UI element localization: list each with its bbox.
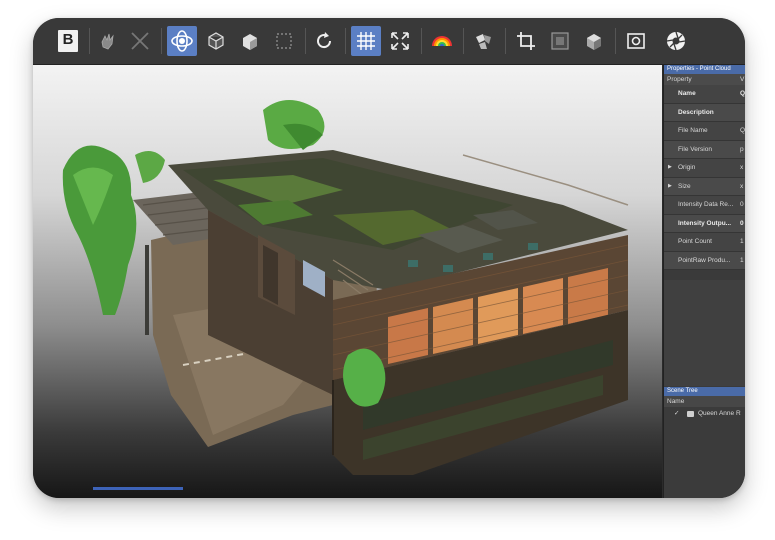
crop-button[interactable] — [511, 26, 541, 56]
expand-arrow-icon[interactable]: ▶ — [668, 178, 672, 196]
shaded-cube-icon — [243, 34, 257, 50]
point-cloud-building — [62, 100, 629, 490]
property-value: 1 — [740, 256, 744, 264]
toolbar-separator — [505, 28, 506, 54]
property-row-file-version[interactable]: File Version p — [664, 140, 745, 159]
property-value: 0 — [740, 219, 744, 227]
property-label: Description — [678, 108, 714, 116]
point-cloud-viewport[interactable] — [33, 65, 662, 498]
toolbar-separator — [421, 28, 422, 54]
aperture-icon — [666, 31, 686, 51]
grid-icon — [357, 32, 375, 50]
shaded-cube-button[interactable] — [235, 26, 265, 56]
grid-button[interactable] — [351, 26, 381, 56]
toolbar-separator — [89, 28, 90, 54]
clip-cube-button[interactable] — [579, 26, 609, 56]
property-row-description[interactable]: Description — [664, 103, 745, 122]
properties-panel: Properties - Point Cloud Property V Name… — [663, 65, 745, 498]
column-value-label: V — [740, 76, 745, 83]
scene-tree-node-label: Queen Anne R — [698, 410, 741, 417]
orbit-icon — [171, 30, 193, 52]
property-row-pointraw-product[interactable]: PointRaw Produ... 1 — [664, 251, 745, 270]
selection-box-icon — [276, 33, 292, 49]
screenshot-button[interactable] — [621, 26, 651, 56]
toolbar-separator — [345, 28, 346, 54]
visibility-checkbox[interactable]: ✓ — [674, 407, 679, 421]
toolbar-separator — [463, 28, 464, 54]
property-row-size[interactable]: ▶ Size x — [664, 177, 745, 196]
rotate-button[interactable] — [309, 26, 339, 56]
cross-button[interactable] — [125, 26, 155, 56]
section-box-button[interactable] — [545, 26, 575, 56]
scene-tree-node[interactable]: ✓ Queen Anne R — [664, 407, 745, 421]
color-ramp-icon — [432, 36, 452, 46]
scene-tree-title: Scene Tree — [664, 387, 745, 396]
property-label: Intensity Outpu... — [678, 219, 732, 227]
toolbar: B — [33, 18, 745, 65]
property-value: Q — [740, 127, 745, 134]
property-label: File Name — [678, 127, 708, 134]
pieces-button[interactable] — [469, 26, 499, 56]
scene-tree-panel: Scene Tree Name ✓ Queen Anne R — [664, 387, 745, 498]
scene-tree-column-header: Name — [664, 396, 745, 407]
property-label: File Version — [678, 145, 712, 153]
expand-arrow-icon[interactable]: ▶ — [668, 159, 672, 177]
crop-icon — [517, 32, 535, 50]
cube-view-button[interactable] — [201, 26, 231, 56]
property-row-name[interactable]: Name Q — [664, 85, 745, 104]
toolbar-separator — [615, 28, 616, 54]
property-row-point-count[interactable]: Point Count 1 — [664, 233, 745, 252]
hand-pan-icon — [101, 33, 114, 50]
properties-column-header: Property V — [664, 74, 745, 85]
screenshot-icon — [627, 33, 645, 49]
color-ramp-button[interactable] — [427, 26, 457, 56]
b-tool-button[interactable]: B — [53, 26, 83, 56]
property-value: 0 — [740, 201, 744, 208]
property-value: x — [740, 182, 744, 190]
property-row-origin[interactable]: ▶ Origin x — [664, 159, 745, 178]
cross-icon — [131, 32, 149, 50]
orbit-button[interactable] — [167, 26, 197, 56]
fit-extents-icon — [391, 32, 409, 50]
property-label: PointRaw Produ... — [678, 256, 731, 264]
property-row-file-name[interactable]: File Name Q — [664, 122, 745, 141]
properties-panel-title: Properties - Point Cloud — [664, 65, 745, 74]
property-label: Name — [678, 90, 696, 97]
column-property-label: Property — [667, 76, 692, 83]
app-window: B Properties - Point Cloud Property V Na… — [33, 18, 745, 498]
clip-cube-icon — [587, 34, 601, 50]
column-name-label: Name — [667, 398, 685, 405]
pieces-icon — [476, 34, 491, 49]
property-value: p — [740, 145, 744, 153]
aperture-button[interactable] — [661, 26, 691, 56]
property-label: Intensity Data Re... — [678, 201, 734, 208]
property-row-intensity-data[interactable]: Intensity Data Re... 0 — [664, 196, 745, 215]
toolbar-separator — [161, 28, 162, 54]
rotate-icon — [317, 32, 332, 49]
toolbar-separator — [305, 28, 306, 54]
property-label: Size — [678, 182, 691, 190]
property-label: Point Count — [678, 238, 712, 245]
folder-icon — [687, 411, 694, 417]
property-value: 1 — [740, 238, 744, 245]
hand-pan-button[interactable] — [93, 26, 123, 56]
selection-box-button[interactable] — [269, 26, 299, 56]
properties-empty-area — [664, 280, 745, 386]
property-value: x — [740, 164, 744, 171]
fit-extents-button[interactable] — [385, 26, 415, 56]
property-row-intensity-output[interactable]: Intensity Outpu... 0 — [664, 214, 745, 233]
section-box-icon — [551, 32, 569, 50]
cube-view-icon — [208, 32, 224, 50]
b-tool-icon: B — [58, 30, 78, 52]
property-value: Q — [740, 90, 745, 97]
property-label: Origin — [678, 164, 696, 171]
